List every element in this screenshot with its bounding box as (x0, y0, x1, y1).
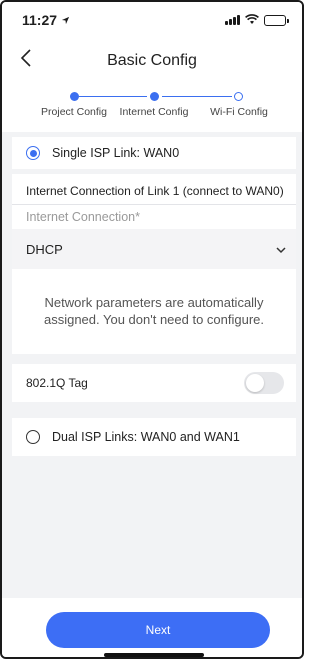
vlan-tag-toggle[interactable] (244, 372, 284, 394)
link1-settings-card: Internet Connection of Link 1 (connect t… (12, 174, 296, 354)
chevron-down-icon (276, 242, 286, 257)
stepper-connector (79, 96, 147, 97)
bottom-action-bar: Next (2, 598, 302, 657)
single-isp-radio[interactable] (26, 146, 40, 160)
link1-section-title: Internet Connection of Link 1 (connect t… (26, 184, 284, 198)
location-arrow-icon (61, 12, 70, 28)
dual-isp-label: Dual ISP Links: WAN0 and WAN1 (52, 430, 240, 444)
auto-config-info: Network parameters are automatically ass… (43, 295, 265, 327)
dual-isp-radio[interactable] (26, 430, 40, 444)
cellular-signal-icon (225, 15, 240, 25)
home-indicator (104, 653, 204, 657)
battery-icon (264, 14, 289, 26)
back-button[interactable] (14, 48, 38, 72)
dual-isp-option[interactable]: Dual ISP Links: WAN0 and WAN1 (12, 418, 296, 456)
step-label-wifi-config: Wi-Fi Config (210, 106, 268, 118)
step-dot-wifi-config (234, 92, 243, 101)
step-label-internet-config: Internet Config (119, 106, 189, 118)
single-isp-label: Single ISP Link: WAN0 (52, 146, 180, 160)
next-button[interactable]: Next (46, 612, 270, 648)
single-isp-radio-row[interactable]: Single ISP Link: WAN0 (12, 137, 296, 169)
internet-connection-select[interactable]: DHCP (12, 229, 296, 269)
divider (12, 204, 296, 205)
stepper-connector (162, 96, 232, 97)
page-title: Basic Config (107, 52, 197, 69)
vlan-tag-label: 802.1Q Tag (26, 376, 88, 390)
wifi-icon (245, 12, 259, 28)
single-isp-option[interactable]: Single ISP Link: WAN0 (12, 137, 296, 169)
status-bar: 11:27 (2, 2, 302, 38)
phone-screen: 11:27 Basic Config Project Config Intern… (0, 0, 304, 659)
status-time: 11:27 (22, 12, 58, 28)
step-label-project-config: Project Config (41, 106, 107, 118)
navigation-bar: Basic Config (2, 38, 302, 84)
internet-connection-value: DHCP (26, 241, 63, 257)
internet-connection-label: Internet Connection* (26, 210, 140, 224)
progress-stepper: Project Config Internet Config Wi-Fi Con… (2, 84, 302, 132)
step-dot-project-config (70, 92, 79, 101)
step-dot-internet-config (150, 92, 159, 101)
chevron-left-icon (20, 48, 32, 72)
vlan-tag-row: 802.1Q Tag (12, 364, 296, 402)
dual-isp-radio-row[interactable]: Dual ISP Links: WAN0 and WAN1 (12, 418, 296, 456)
